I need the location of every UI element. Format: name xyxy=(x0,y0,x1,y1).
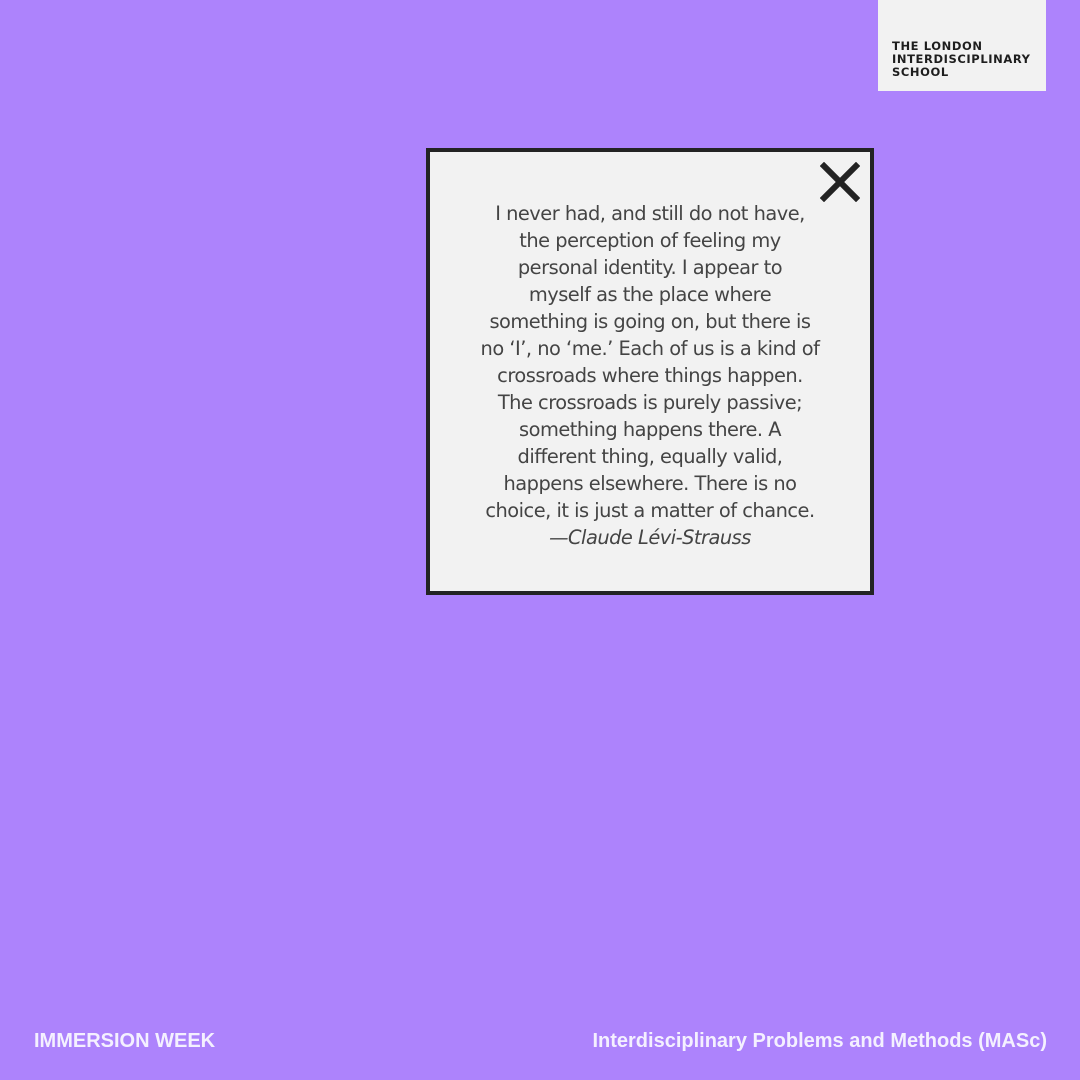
quote-line: The crossroads is purely passive; xyxy=(497,391,803,414)
quote-dialog: I never had, and still do not have, the … xyxy=(426,148,874,595)
quote-line: I never had, and still do not have, xyxy=(495,202,805,225)
quote-line: happens elsewhere. There is no xyxy=(503,472,797,495)
close-button[interactable] xyxy=(820,162,860,202)
quote-line: crossroads where things happen. xyxy=(497,364,803,387)
school-logo: THE LONDON INTERDISCIPLINARY SCHOOL xyxy=(878,0,1046,91)
quote-author: —Claude Lévi-Strauss xyxy=(549,526,751,549)
programme-label: Interdisciplinary Problems and Methods (… xyxy=(592,1030,1047,1052)
quote-line: myself as the place where xyxy=(528,283,772,306)
quote-line: something happens there. A xyxy=(519,418,782,441)
quote-line: the perception of feeling my xyxy=(519,229,781,252)
quote-text: I never had, and still do not have, the … xyxy=(430,200,870,551)
quote-line: different thing, equally valid, xyxy=(517,445,783,468)
quote-line: no ‘I’, no ‘me.’ Each of us is a kind of xyxy=(480,337,820,360)
close-icon xyxy=(820,162,860,202)
logo-line-3: SCHOOL xyxy=(892,65,949,79)
event-label: IMMERSION WEEK xyxy=(34,1030,216,1052)
quote-line: choice, it is just a matter of chance. xyxy=(485,499,815,522)
quote-line: something is going on, but there is xyxy=(489,310,811,333)
quote-line: personal identity. I appear to xyxy=(517,256,783,279)
